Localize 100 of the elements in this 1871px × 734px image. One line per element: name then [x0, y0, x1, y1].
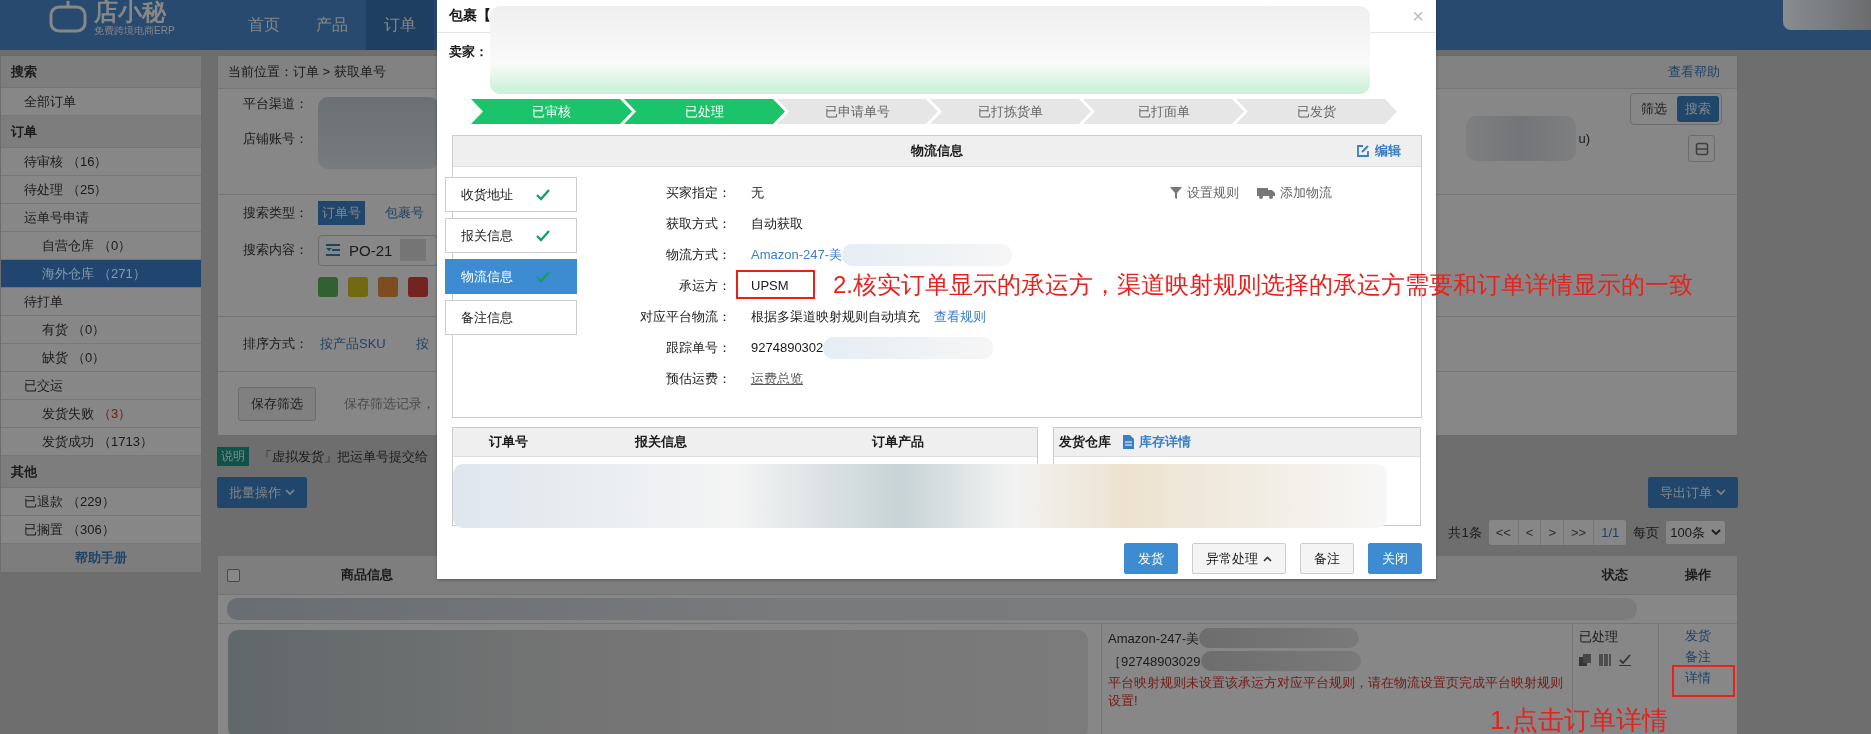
column-header: 商品信息: [340, 566, 394, 584]
nav-tab[interactable]: 首页: [230, 0, 298, 50]
logo-icon: [48, 1, 88, 35]
sidebar-item[interactable]: 发货失败 （3）: [1, 400, 201, 428]
filter-label: 店铺账号：: [243, 130, 309, 148]
copy-icon: [1579, 654, 1591, 666]
search-type-option[interactable]: 订单号: [318, 201, 365, 225]
side-tab[interactable]: 收货地址: [445, 177, 577, 212]
field-label: 获取方式：: [665, 214, 731, 233]
truck-icon: [1257, 186, 1275, 199]
annotation-text: 1.点击订单详情: [1490, 707, 1668, 733]
per-page-select[interactable]: 100条: [1665, 520, 1726, 545]
filter-label: 搜索内容：: [243, 241, 309, 259]
filter-label: 平台渠道：: [243, 95, 309, 113]
help-link[interactable]: 查看帮助: [1668, 63, 1720, 81]
rules-link[interactable]: 设置规则: [1170, 183, 1239, 202]
field-label: 买家指定：: [665, 183, 731, 202]
sidebar-item[interactable]: 待审核 （16）: [1, 148, 201, 176]
progress-step: 已申请单号: [777, 99, 938, 124]
side-tab[interactable]: 物流信息: [445, 259, 577, 294]
side-tab[interactable]: 备注信息: [445, 300, 577, 335]
export-button[interactable]: 导出订单: [1648, 477, 1738, 508]
dialog-title: 包裹【: [449, 7, 491, 25]
notice-badge: 说明: [217, 447, 249, 466]
collapse-button[interactable]: [1688, 135, 1715, 162]
dialog-button[interactable]: 发货: [1124, 543, 1178, 574]
page-indicator: 1/1: [1600, 524, 1621, 542]
dialog-button[interactable]: 关闭: [1368, 543, 1422, 574]
field-label: 对应平台物流：: [639, 307, 731, 326]
color-tag[interactable]: [318, 277, 338, 297]
sidebar-item[interactable]: 有货 （0）: [1, 316, 201, 344]
sidebar-item[interactable]: 缺货 （0）: [1, 344, 201, 372]
action-link[interactable]: 备注: [1685, 646, 1711, 667]
sidebar-item[interactable]: 运单号申请: [1, 204, 201, 232]
color-tag[interactable]: [348, 277, 368, 297]
section-title: 其他: [1, 456, 201, 488]
per-page-label: 每页: [1633, 523, 1660, 542]
search-type-option[interactable]: 包裹号: [385, 204, 424, 222]
barcode-icon: [1599, 654, 1611, 666]
dialog-button[interactable]: 异常处理: [1192, 543, 1286, 574]
sidebar-item[interactable]: 待处理 （25）: [1, 176, 201, 204]
field-value: 无: [751, 183, 764, 202]
tracking-number: ［92748903029: [1108, 652, 1201, 671]
bulk-action-button[interactable]: 批量操作: [217, 477, 307, 508]
field-label: 承运方：: [678, 276, 731, 295]
partial-text: u): [1578, 131, 1590, 146]
mode-tab[interactable]: 筛选: [1633, 96, 1675, 122]
list-icon: [325, 243, 341, 257]
color-tag[interactable]: [408, 277, 428, 297]
stock-detail-link[interactable]: 库存详情: [1123, 433, 1191, 451]
dialog-button[interactable]: 备注: [1300, 543, 1354, 574]
page-button[interactable]: <: [1518, 520, 1542, 545]
progress-step: 已处理: [624, 99, 785, 124]
panel-icon: [1694, 141, 1709, 156]
edit-link[interactable]: 编辑: [1356, 142, 1401, 160]
breadcrumb: 当前位置：订单 > 获取单号: [228, 63, 386, 81]
color-tag[interactable]: [378, 277, 398, 297]
help-link[interactable]: 帮助手册: [1, 544, 201, 572]
sidebar-item[interactable]: 已交运: [1, 372, 201, 400]
check-icon: [536, 270, 550, 283]
action-link[interactable]: 详情: [1685, 667, 1711, 688]
order-status: 已处理: [1579, 628, 1619, 646]
page-button[interactable]: >: [1541, 520, 1565, 545]
nav-tab[interactable]: 订单: [366, 0, 434, 50]
section-title: 订单: [1, 116, 201, 148]
shipping-cost-link[interactable]: 运费总览: [751, 369, 803, 388]
field-label: 物流方式：: [665, 245, 731, 264]
logo-subtitle: 免费跨境电商ERP: [94, 25, 175, 37]
chevron-down-icon: [1711, 529, 1721, 536]
mode-tab[interactable]: 搜索: [1677, 96, 1719, 122]
sort-option[interactable]: 按: [415, 335, 429, 353]
page-button[interactable]: >>: [1564, 520, 1595, 545]
highlight-box: [1672, 665, 1735, 697]
select-all-checkbox[interactable]: [227, 568, 240, 582]
side-tab[interactable]: 报关信息: [445, 218, 577, 253]
progress-step: 已打拣货单: [930, 99, 1091, 124]
field-value: 自动获取: [751, 214, 803, 233]
shipping-method-link[interactable]: Amazon-247-美: [751, 245, 843, 264]
column-header: 订单号: [487, 433, 529, 451]
sidebar-item[interactable]: 待打单: [1, 288, 201, 316]
nav-tab[interactable]: 产品: [298, 0, 366, 50]
save-filter-button[interactable]: 保存筛选: [238, 386, 316, 421]
chevron-down-icon: [1716, 489, 1726, 496]
add-logistics-link[interactable]: 添加物流: [1257, 183, 1332, 202]
total-count: 共1条: [1448, 523, 1482, 542]
column-header: 操作: [1683, 566, 1712, 584]
chevron-down-icon: [285, 489, 295, 496]
check-icon: [536, 229, 550, 242]
sort-option[interactable]: 按产品SKU: [320, 335, 386, 353]
notice-text: 「虚拟发货」把运单号提交给: [259, 447, 428, 466]
field-value: 根据多渠道映射规则自动填充: [751, 307, 920, 326]
sidebar-item[interactable]: 已退款 （229）: [1, 488, 201, 516]
view-rules-link[interactable]: 查看规则: [934, 307, 986, 326]
column-header: 发货仓库: [1059, 433, 1111, 451]
progress-step: 已打面单: [1083, 99, 1244, 124]
action-link[interactable]: 发货: [1685, 625, 1711, 646]
caret-up-icon: [1263, 555, 1272, 562]
sidebar-item[interactable]: 海外仓库 （271）: [1, 260, 201, 288]
page-button[interactable]: <<: [1488, 520, 1519, 545]
field-value: 9274890302: [751, 340, 824, 355]
